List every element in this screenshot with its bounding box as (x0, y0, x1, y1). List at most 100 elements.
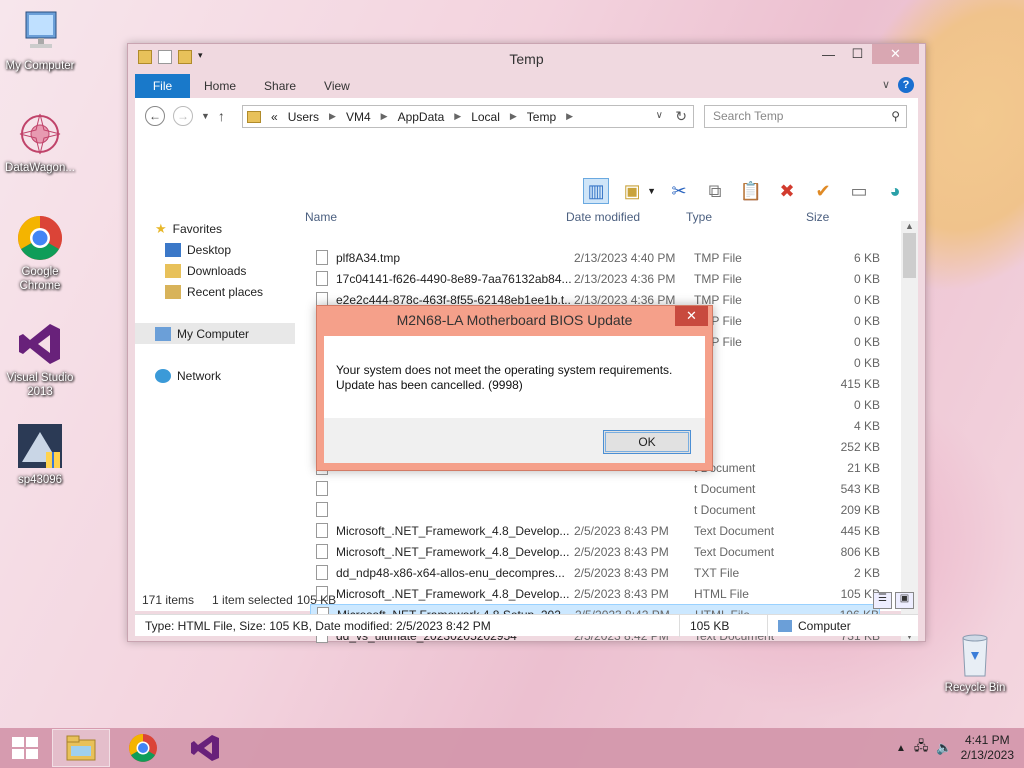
paste-icon[interactable]: 📋 (738, 178, 764, 204)
chevron-right-icon[interactable]: ▶ (381, 111, 388, 122)
delete-icon[interactable]: ✖ (774, 178, 800, 204)
organize-dropdown-icon[interactable]: ▼ (647, 186, 656, 196)
close-button[interactable]: ✕ (872, 44, 919, 64)
tab-home[interactable]: Home (190, 79, 250, 93)
address-dropdown-icon[interactable]: ∨ (656, 110, 663, 121)
table-row[interactable]: 17c04141-f626-4490-8e89-7aa76132ab84....… (310, 268, 880, 289)
taskbar-chrome[interactable] (114, 729, 172, 767)
file-type: t Document (694, 502, 756, 517)
file-icon (316, 250, 328, 265)
clock[interactable]: 4:41 PM 2/13/2023 (961, 733, 1014, 763)
taskbar-file-explorer[interactable] (52, 729, 110, 767)
show-hidden-icons[interactable]: ▲ (896, 743, 906, 754)
sidebar-item-desktop[interactable]: Desktop (135, 239, 295, 260)
title-bar[interactable]: ▾ Temp — ☐ ✕ (128, 44, 925, 74)
file-name: plf8A34.tmp (336, 250, 401, 265)
file-type: Text Document (694, 523, 775, 538)
star-icon: ★ (155, 220, 167, 236)
minimize-button[interactable]: — (814, 44, 843, 64)
tab-share[interactable]: Share (250, 79, 310, 93)
cut-icon[interactable]: ✂ (666, 178, 692, 204)
tab-view[interactable]: View (310, 79, 364, 93)
maximize-button[interactable]: ☐ (843, 44, 872, 64)
details-view-icon[interactable]: ☰ (873, 592, 892, 609)
volume-icon[interactable]: 🔈 (936, 740, 952, 756)
shell-icon[interactable]: ◕ (882, 178, 908, 204)
sidebar-item-downloads[interactable]: Downloads (135, 260, 295, 281)
rename-icon[interactable]: ▭ (846, 178, 872, 204)
chevron-right-icon[interactable]: ▶ (510, 111, 517, 122)
dialog-message: Your system does not meet the operating … (324, 336, 705, 418)
address-segment[interactable]: AppData (398, 110, 445, 124)
desktop-icon-my-computer[interactable]: My Computer (0, 8, 80, 73)
start-button[interactable] (12, 737, 38, 759)
search-input[interactable]: Search Temp ⚲ (704, 105, 907, 128)
file-size: 806 KB (840, 544, 880, 559)
ok-button[interactable]: OK (603, 430, 691, 454)
up-button[interactable]: ↑ (218, 108, 225, 124)
help-icon[interactable]: ? (898, 77, 914, 93)
file-size: 0 KB (853, 397, 880, 412)
address-bar[interactable]: « Users ▶ VM4 ▶ AppData ▶ Local ▶ Temp ▶ ∨ ↻ (242, 105, 694, 128)
details-bar: Type: HTML File, Size: 105 KB, Date modi… (135, 614, 918, 637)
file-size: 415 KB (840, 376, 880, 391)
table-row[interactable]: plf8A34.tmp 2/13/2023 4:40 PM TMP File 6 KB (310, 247, 880, 268)
file-size: 0 KB (853, 334, 880, 349)
table-row[interactable]: dd_ndp48-x86-x64-allos-enu_decompres... 2… (310, 562, 880, 583)
search-icon: ⚲ (891, 109, 900, 123)
file-date: 2/13/2023 4:36 PM (574, 271, 676, 286)
back-button[interactable]: ← (145, 106, 165, 126)
chevron-down-icon[interactable]: ∨ (882, 78, 890, 91)
bios-update-dialog: M2N68-LA Motherboard BIOS Update ✕ Your … (316, 305, 713, 471)
dialog-close-button[interactable]: ✕ (675, 306, 708, 326)
organize-icon[interactable]: ▣ (619, 178, 645, 204)
address-overflow[interactable]: « (271, 110, 278, 124)
recent-locations-icon[interactable]: ▼ (201, 111, 210, 121)
sidebar-item-recent-places[interactable]: Recent places (135, 281, 295, 302)
desktop-icon-datawagon[interactable]: DataWagon... (0, 110, 80, 175)
file-name: Microsoft_.NET_Framework_4.8_Develop... (336, 523, 570, 538)
chevron-right-icon[interactable]: ▶ (329, 111, 336, 122)
table-row[interactable]: Microsoft_.NET_Framework_4.8_Develop... 2… (310, 520, 880, 541)
desktop-icon-recycle-bin[interactable]: Recycle Bin (935, 630, 1015, 695)
large-icons-view-icon[interactable]: ▣ (895, 592, 914, 609)
preview-pane-icon[interactable]: ▥ (583, 178, 610, 204)
network-tray-icon[interactable]: 🖧 (914, 737, 929, 759)
check-icon[interactable]: ✔ (810, 178, 836, 204)
sidebar-item-network[interactable]: Network (135, 365, 295, 386)
scroll-thumb[interactable] (903, 233, 916, 278)
sidebar-item-favorites[interactable]: ★ Favorites (135, 218, 295, 239)
forward-button[interactable]: → (173, 106, 193, 126)
table-row[interactable]: t Document 543 KB (310, 478, 880, 499)
chevron-right-icon[interactable]: ▶ (454, 111, 461, 122)
installer-icon (16, 422, 64, 470)
address-segment[interactable]: Local (471, 110, 500, 124)
column-header-size[interactable]: Size (806, 210, 829, 234)
column-header-name[interactable]: Name (305, 210, 337, 234)
address-segment[interactable]: Temp (527, 110, 556, 124)
selected-count: 1 item selected (212, 593, 293, 607)
copy-icon[interactable]: ⧉ (702, 178, 728, 204)
address-segment[interactable]: VM4 (346, 110, 371, 124)
sidebar-item-my-computer[interactable]: My Computer (135, 323, 295, 344)
vertical-scrollbar[interactable]: ▲ ▼ (901, 221, 918, 641)
desktop-icon-visual-studio[interactable]: Visual Studio 2013 (0, 320, 80, 399)
tab-file[interactable]: File (135, 74, 190, 98)
table-row[interactable]: Microsoft_.NET_Framework_4.8_Develop... 2… (310, 541, 880, 562)
file-icon (316, 481, 328, 496)
desktop-icon-chrome[interactable]: Google Chrome (0, 214, 80, 293)
column-header-date[interactable]: Date modified (566, 210, 640, 234)
command-toolbar: ▥ ▣ ▼ ✂ ⧉ 📋 ✖ ✔ ▭ ◕ (583, 178, 908, 204)
address-segment[interactable]: Users (288, 110, 319, 124)
desktop-icon-sp43096[interactable]: sp43096 (0, 422, 80, 487)
table-row[interactable]: t Document 209 KB (310, 499, 880, 520)
taskbar: ▲ 🖧 🔈 4:41 PM 2/13/2023 (0, 728, 1024, 768)
file-icon (316, 502, 328, 517)
refresh-icon[interactable]: ↻ (675, 108, 687, 125)
scroll-up-icon[interactable]: ▲ (905, 221, 914, 231)
computer-icon (778, 619, 792, 632)
chevron-right-icon[interactable]: ▶ (566, 111, 573, 122)
taskbar-visual-studio[interactable] (176, 729, 234, 767)
column-header-type[interactable]: Type (686, 210, 712, 234)
desktop-icon (165, 242, 181, 257)
